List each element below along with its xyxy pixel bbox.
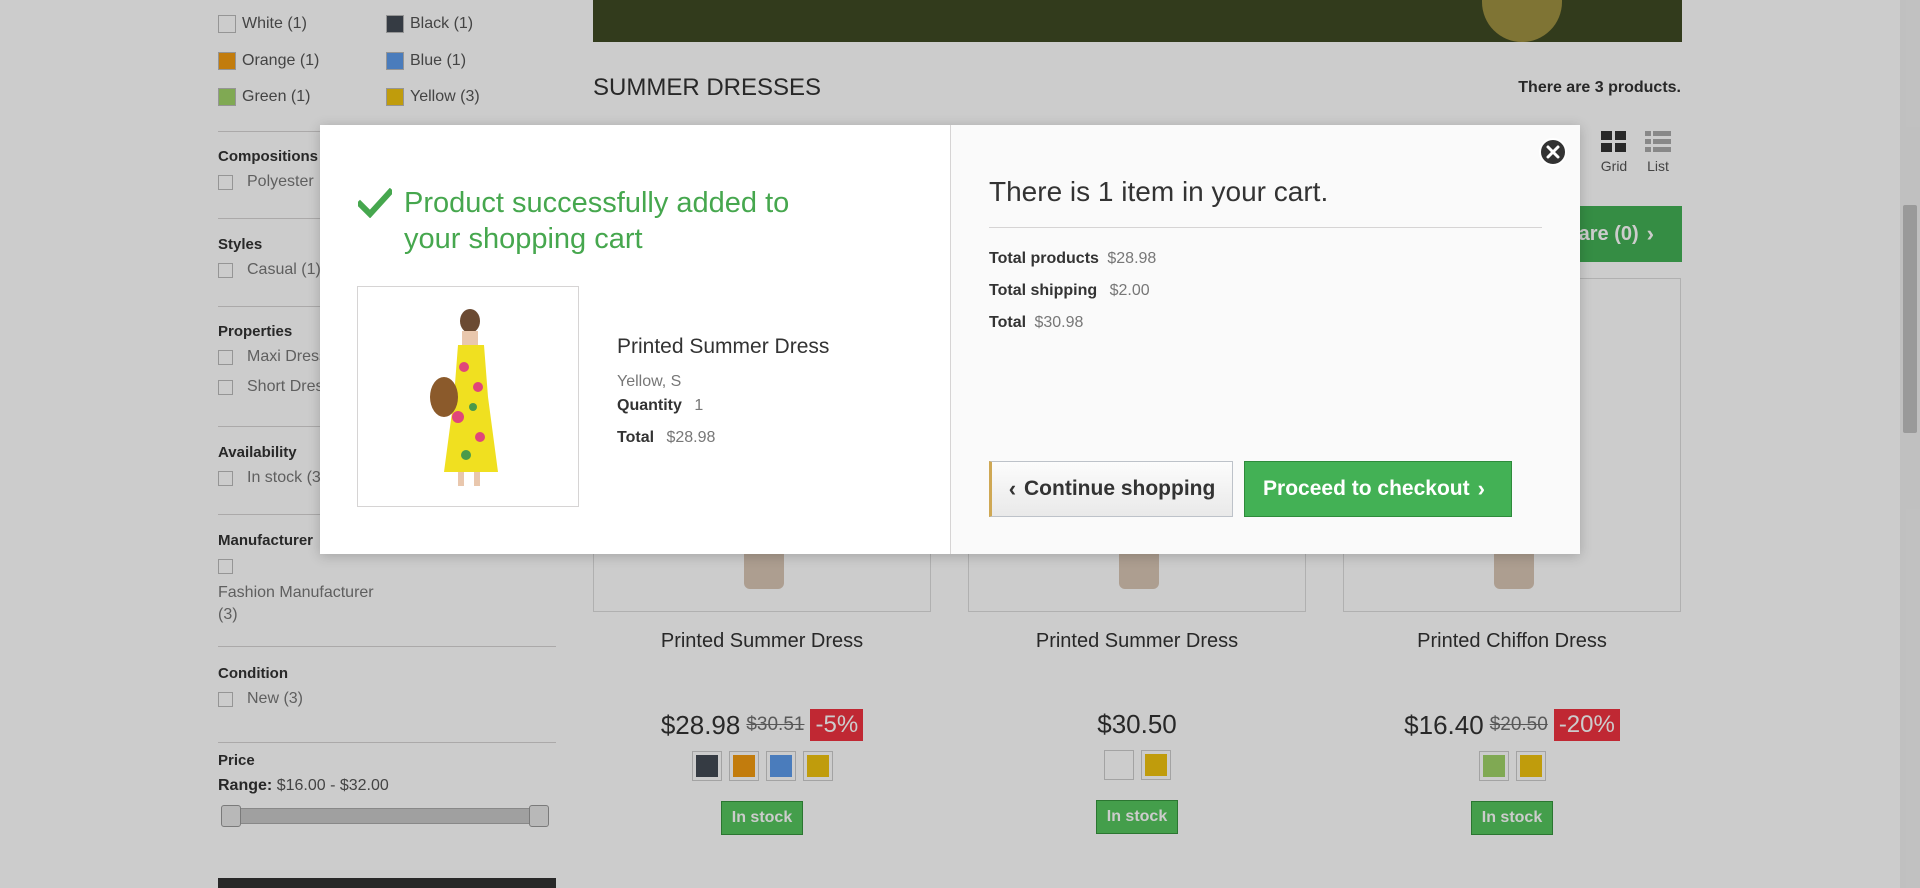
modal-product-details: Yellow, S Quantity 1 Total $28.98 bbox=[617, 373, 715, 457]
success-text: Product successfully added to your shopp… bbox=[404, 187, 790, 255]
total-shipping-value: $2.00 bbox=[1109, 282, 1150, 299]
product-thumbnail bbox=[357, 286, 579, 507]
cart-total-value: $30.98 bbox=[1034, 314, 1084, 331]
modal-product-name: Printed Summer Dress bbox=[617, 335, 830, 358]
success-message: Product successfully added to your shopp… bbox=[358, 185, 804, 257]
proceed-to-checkout-button[interactable]: Proceed to checkout › bbox=[1244, 461, 1512, 517]
modal-cart-panel: There is 1 item in your cart. Total prod… bbox=[950, 125, 1580, 554]
continue-label: Continue shopping bbox=[1024, 477, 1216, 500]
check-icon bbox=[358, 188, 392, 218]
total-shipping-row: Total shipping $2.00 bbox=[989, 282, 1156, 300]
total-products-value: $28.98 bbox=[1107, 250, 1157, 267]
product-total-row: Total $28.98 bbox=[617, 429, 715, 447]
divider bbox=[989, 227, 1542, 228]
total-shipping-label: Total shipping bbox=[989, 282, 1098, 299]
total-label: Total bbox=[617, 429, 655, 446]
product-photo bbox=[430, 309, 498, 486]
quantity-value: 1 bbox=[694, 397, 704, 414]
chevron-left-icon: ‹ bbox=[1008, 476, 1017, 501]
total-products-row: Total products $28.98 bbox=[989, 250, 1156, 268]
total-products-label: Total products bbox=[989, 250, 1099, 267]
cart-total-row: Total $30.98 bbox=[989, 314, 1156, 332]
product-attributes: Yellow, S bbox=[617, 373, 682, 390]
total-value: $28.98 bbox=[666, 429, 716, 446]
chevron-right-icon: › bbox=[1477, 476, 1485, 501]
continue-shopping-button[interactable]: ‹ Continue shopping bbox=[989, 461, 1233, 517]
add-to-cart-modal: Product successfully added to your shopp… bbox=[320, 125, 1580, 554]
quantity-row: Quantity 1 bbox=[617, 397, 715, 415]
cart-totals: Total products $28.98 Total shipping $2.… bbox=[989, 250, 1156, 342]
close-icon[interactable] bbox=[1538, 137, 1568, 167]
cart-summary-title: There is 1 item in your cart. bbox=[989, 176, 1329, 207]
modal-product-panel: Product successfully added to your shopp… bbox=[320, 125, 950, 554]
cart-total-label: Total bbox=[989, 314, 1027, 331]
quantity-label: Quantity bbox=[617, 397, 682, 414]
checkout-label: Proceed to checkout bbox=[1263, 477, 1470, 500]
